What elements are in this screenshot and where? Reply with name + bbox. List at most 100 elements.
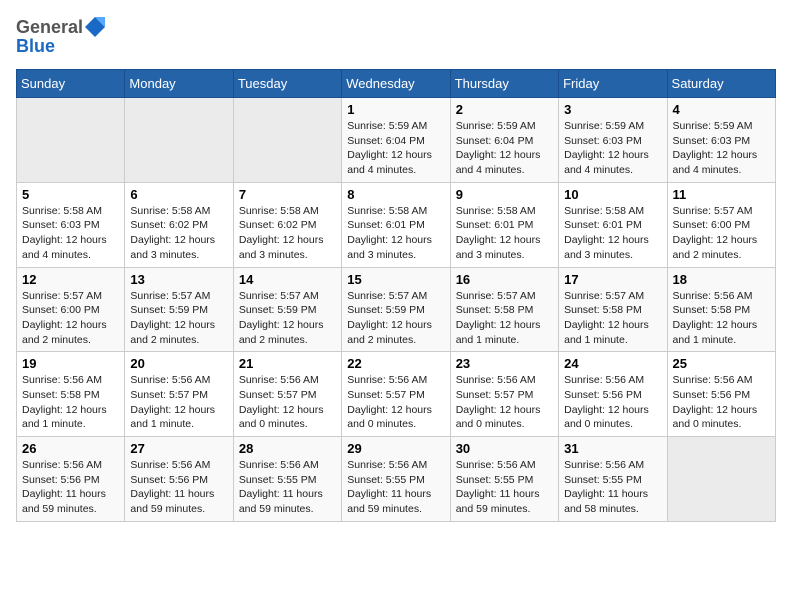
day-number: 26 [22,441,119,456]
day-info: Sunrise: 5:56 AM Sunset: 5:57 PM Dayligh… [130,373,227,432]
day-info: Sunrise: 5:59 AM Sunset: 6:03 PM Dayligh… [564,119,661,178]
day-number: 1 [347,102,444,117]
calendar-cell: 13 Sunrise: 5:57 AM Sunset: 5:59 PM Dayli… [125,267,233,352]
weekday-header: Wednesday [342,70,450,98]
day-number: 18 [673,272,770,287]
day-number: 25 [673,356,770,371]
day-info: Sunrise: 5:58 AM Sunset: 6:01 PM Dayligh… [347,204,444,263]
day-info: Sunrise: 5:56 AM Sunset: 5:56 PM Dayligh… [673,373,770,432]
calendar-cell: 22Sunrise: 5:56 AM Sunset: 5:57 PM Dayli… [342,352,450,437]
weekday-header: Tuesday [233,70,341,98]
weekday-header: Friday [559,70,667,98]
day-number: 28 [239,441,336,456]
calendar-cell: 9 Sunrise: 5:58 AM Sunset: 6:01 PM Daylig… [450,182,558,267]
logo-icon [84,16,106,38]
day-number: 23 [456,356,553,371]
day-info: Sunrise: 5:57 AM Sunset: 5:59 PM Dayligh… [239,289,336,348]
weekday-header: Sunday [17,70,125,98]
weekday-header: Monday [125,70,233,98]
day-number: 12 [22,272,119,287]
calendar-cell: 26 Sunrise: 5:56 AM Sunset: 5:56 PM Dayli… [17,437,125,522]
weekday-header: Thursday [450,70,558,98]
day-info: Sunrise: 5:57 AM Sunset: 5:59 PM Dayligh… [130,289,227,348]
logo-general: General [16,17,83,38]
day-info: Sunrise: 5:56 AM Sunset: 5:55 PM Dayligh… [347,458,444,517]
calendar-cell: 12 Sunrise: 5:57 AM Sunset: 6:00 PM Dayli… [17,267,125,352]
calendar-cell: 24 Sunrise: 5:56 AM Sunset: 5:56 PM Dayli… [559,352,667,437]
day-info: Sunrise: 5:56 AM Sunset: 5:55 PM Dayligh… [239,458,336,517]
page-header: General Blue [16,16,776,57]
calendar-week-row: 26 Sunrise: 5:56 AM Sunset: 5:56 PM Dayli… [17,437,776,522]
day-info: Sunrise: 5:59 AM Sunset: 6:04 PM Dayligh… [456,119,553,178]
calendar-cell: 5 Sunrise: 5:58 AM Sunset: 6:03 PM Daylig… [17,182,125,267]
day-number: 8 [347,187,444,202]
calendar-cell: 15Sunrise: 5:57 AM Sunset: 5:59 PM Dayli… [342,267,450,352]
day-number: 11 [673,187,770,202]
day-number: 14 [239,272,336,287]
day-number: 2 [456,102,553,117]
day-info: Sunrise: 5:57 AM Sunset: 6:00 PM Dayligh… [22,289,119,348]
day-number: 16 [456,272,553,287]
day-number: 21 [239,356,336,371]
day-info: Sunrise: 5:58 AM Sunset: 6:01 PM Dayligh… [456,204,553,263]
day-number: 24 [564,356,661,371]
day-info: Sunrise: 5:57 AM Sunset: 5:58 PM Dayligh… [456,289,553,348]
day-info: Sunrise: 5:58 AM Sunset: 6:03 PM Dayligh… [22,204,119,263]
day-number: 13 [130,272,227,287]
logo: General Blue [16,16,107,57]
calendar-cell: 28 Sunrise: 5:56 AM Sunset: 5:55 PM Dayli… [233,437,341,522]
calendar-cell: 29 Sunrise: 5:56 AM Sunset: 5:55 PM Dayli… [342,437,450,522]
day-number: 29 [347,441,444,456]
logo-blue: Blue [16,36,107,57]
calendar-cell [125,98,233,183]
day-info: Sunrise: 5:57 AM Sunset: 5:59 PM Dayligh… [347,289,444,348]
calendar-cell: 16 Sunrise: 5:57 AM Sunset: 5:58 PM Dayli… [450,267,558,352]
calendar-cell: 4Sunrise: 5:59 AM Sunset: 6:03 PM Daylig… [667,98,775,183]
calendar-cell [667,437,775,522]
day-number: 5 [22,187,119,202]
calendar-week-row: 12 Sunrise: 5:57 AM Sunset: 6:00 PM Dayli… [17,267,776,352]
calendar-week-row: 19 Sunrise: 5:56 AM Sunset: 5:58 PM Dayli… [17,352,776,437]
day-info: Sunrise: 5:56 AM Sunset: 5:56 PM Dayligh… [564,373,661,432]
day-number: 20 [130,356,227,371]
calendar-cell: 8 Sunrise: 5:58 AM Sunset: 6:01 PM Daylig… [342,182,450,267]
calendar-cell: 1 Sunrise: 5:59 AM Sunset: 6:04 PM Daylig… [342,98,450,183]
weekday-header: Saturday [667,70,775,98]
day-info: Sunrise: 5:56 AM Sunset: 5:56 PM Dayligh… [130,458,227,517]
day-info: Sunrise: 5:59 AM Sunset: 6:04 PM Dayligh… [347,119,444,178]
calendar-cell: 17 Sunrise: 5:57 AM Sunset: 5:58 PM Dayli… [559,267,667,352]
calendar-week-row: 5 Sunrise: 5:58 AM Sunset: 6:03 PM Daylig… [17,182,776,267]
calendar-week-row: 1 Sunrise: 5:59 AM Sunset: 6:04 PM Daylig… [17,98,776,183]
calendar-cell: 7Sunrise: 5:58 AM Sunset: 6:02 PM Daylig… [233,182,341,267]
day-info: Sunrise: 5:58 AM Sunset: 6:02 PM Dayligh… [130,204,227,263]
day-number: 10 [564,187,661,202]
day-info: Sunrise: 5:58 AM Sunset: 6:02 PM Dayligh… [239,204,336,263]
day-number: 30 [456,441,553,456]
day-info: Sunrise: 5:56 AM Sunset: 5:58 PM Dayligh… [673,289,770,348]
day-info: Sunrise: 5:56 AM Sunset: 5:56 PM Dayligh… [22,458,119,517]
day-info: Sunrise: 5:56 AM Sunset: 5:57 PM Dayligh… [456,373,553,432]
day-info: Sunrise: 5:56 AM Sunset: 5:57 PM Dayligh… [239,373,336,432]
day-info: Sunrise: 5:58 AM Sunset: 6:01 PM Dayligh… [564,204,661,263]
calendar-cell: 25 Sunrise: 5:56 AM Sunset: 5:56 PM Dayli… [667,352,775,437]
calendar-cell: 19 Sunrise: 5:56 AM Sunset: 5:58 PM Dayli… [17,352,125,437]
day-number: 6 [130,187,227,202]
day-number: 31 [564,441,661,456]
day-number: 17 [564,272,661,287]
calendar-cell: 6 Sunrise: 5:58 AM Sunset: 6:02 PM Daylig… [125,182,233,267]
calendar-cell: 31 Sunrise: 5:56 AM Sunset: 5:55 PM Dayli… [559,437,667,522]
day-number: 19 [22,356,119,371]
calendar-cell: 11Sunrise: 5:57 AM Sunset: 6:00 PM Dayli… [667,182,775,267]
day-info: Sunrise: 5:59 AM Sunset: 6:03 PM Dayligh… [673,119,770,178]
calendar: SundayMondayTuesdayWednesdayThursdayFrid… [16,69,776,522]
calendar-cell [233,98,341,183]
day-info: Sunrise: 5:57 AM Sunset: 5:58 PM Dayligh… [564,289,661,348]
day-info: Sunrise: 5:56 AM Sunset: 5:58 PM Dayligh… [22,373,119,432]
day-info: Sunrise: 5:56 AM Sunset: 5:57 PM Dayligh… [347,373,444,432]
day-number: 3 [564,102,661,117]
calendar-cell: 21 Sunrise: 5:56 AM Sunset: 5:57 PM Dayli… [233,352,341,437]
day-number: 9 [456,187,553,202]
calendar-cell: 3 Sunrise: 5:59 AM Sunset: 6:03 PM Daylig… [559,98,667,183]
day-number: 27 [130,441,227,456]
day-info: Sunrise: 5:56 AM Sunset: 5:55 PM Dayligh… [564,458,661,517]
